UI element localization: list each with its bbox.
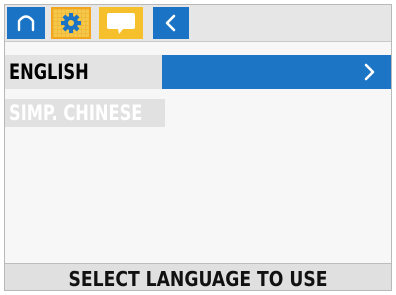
settings-button[interactable] xyxy=(51,7,91,39)
home-icon xyxy=(17,15,35,32)
language-option-simp-chinese[interactable]: SIMP. CHINESE xyxy=(5,99,165,127)
chat-bubble-icon xyxy=(107,13,135,34)
home-button[interactable] xyxy=(7,7,45,39)
back-button[interactable] xyxy=(153,7,189,39)
top-toolbar xyxy=(5,5,391,42)
language-option-english[interactable]: ENGLISH xyxy=(5,55,391,89)
chevron-right-icon xyxy=(364,63,375,81)
language-label: SIMP. CHINESE xyxy=(9,101,143,125)
status-footer: SELECT LANGUAGE TO USE xyxy=(5,263,391,291)
back-chevron-icon xyxy=(165,14,176,32)
device-screen: ENGLISH SIMP. CHINESE SELECT LANGUAGE TO… xyxy=(4,4,392,291)
instruction-text: SELECT LANGUAGE TO USE xyxy=(68,267,328,291)
language-button[interactable] xyxy=(99,7,143,39)
language-label: ENGLISH xyxy=(9,60,89,84)
gear-icon xyxy=(53,9,89,37)
